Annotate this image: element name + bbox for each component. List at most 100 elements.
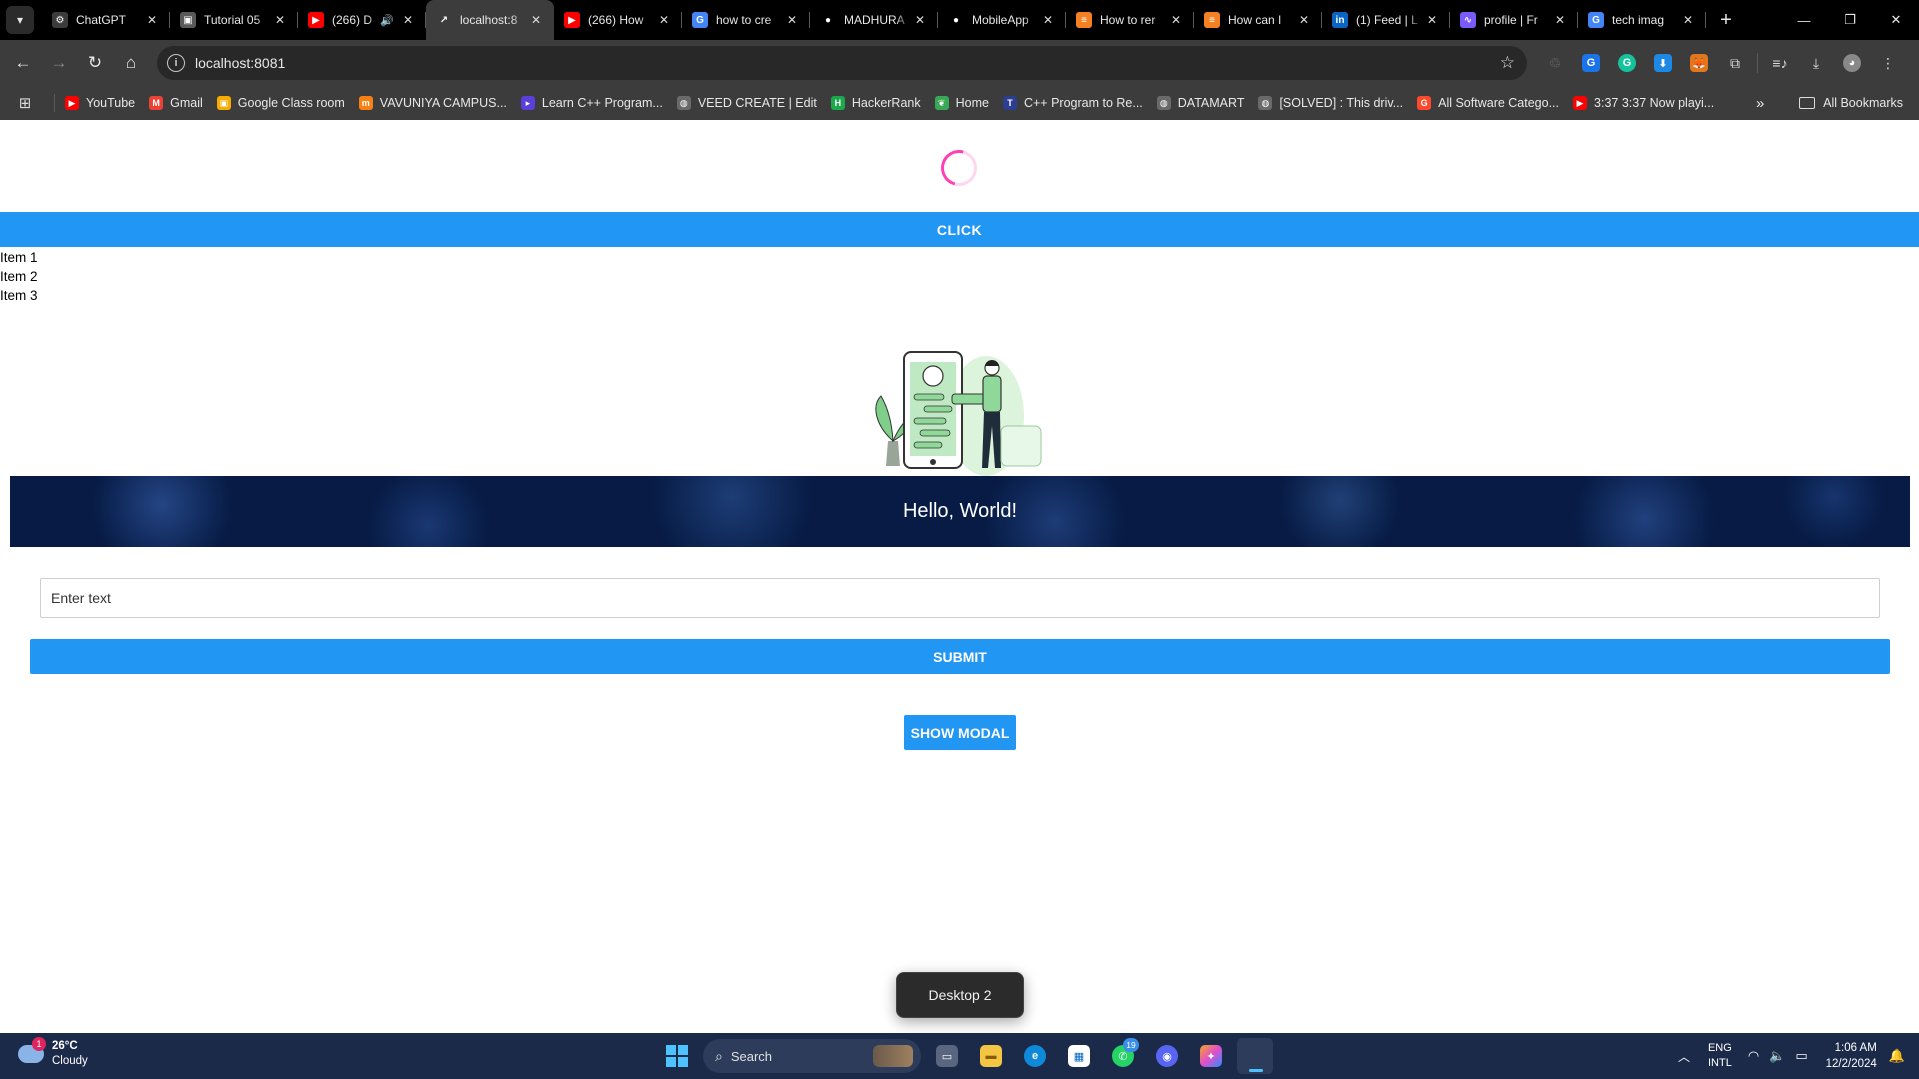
- lang-line1: ENG: [1707, 1042, 1732, 1054]
- task-view-button[interactable]: ▭: [929, 1038, 965, 1074]
- browser-tab[interactable]: ● MADHURA ✕: [810, 0, 938, 40]
- bookmark-star-icon[interactable]: ☆: [1500, 53, 1515, 73]
- submit-button[interactable]: SUBMIT: [30, 639, 1890, 674]
- notification-bell-icon[interactable]: 🔔: [1889, 1048, 1905, 1064]
- leaf-icon: ❦: [934, 96, 949, 110]
- more-bookmarks-button[interactable]: »: [1756, 95, 1764, 112]
- bookmark-item[interactable]: ◍ VEED CREATE | Edit: [676, 96, 817, 110]
- downloads-button[interactable]: ⤓: [1798, 48, 1834, 78]
- store-button[interactable]: ▦: [1061, 1038, 1097, 1074]
- reload-button[interactable]: ↻: [78, 46, 112, 80]
- text-input[interactable]: [40, 578, 1880, 618]
- close-icon[interactable]: ✕: [1040, 12, 1056, 28]
- extensions-menu-button[interactable]: ⧉: [1717, 48, 1753, 78]
- language-indicator[interactable]: ENG INTL: [1708, 1041, 1732, 1071]
- minimize-button[interactable]: —: [1781, 0, 1827, 40]
- all-bookmarks-button[interactable]: All Bookmarks: [1799, 96, 1903, 110]
- bookmark-item[interactable]: ▣ Google Class room: [216, 96, 345, 110]
- address-url[interactable]: localhost:8081: [195, 55, 285, 71]
- browser-tab[interactable]: ▣ Tutorial 05 ✕: [170, 0, 298, 40]
- address-bar[interactable]: i localhost:8081 ☆: [157, 46, 1527, 80]
- restore-icon: ❐: [1844, 12, 1856, 27]
- media-controls-button[interactable]: ≡♪: [1762, 48, 1798, 78]
- extension-downloader-button[interactable]: ⬇: [1645, 48, 1681, 78]
- tab-title: localhost:8: [460, 13, 518, 27]
- start-button[interactable]: [659, 1038, 695, 1074]
- browser-tab[interactable]: ∿ profile | Fr ✕: [1450, 0, 1578, 40]
- home-icon: ⌂: [125, 53, 137, 72]
- chrome-icon: [1244, 1045, 1266, 1067]
- bookmark-item[interactable]: ▶ 3:37 3:37 Now playi...: [1573, 96, 1714, 110]
- site-info-icon[interactable]: i: [167, 54, 185, 72]
- taskbar-search[interactable]: ⌕ Search: [703, 1039, 921, 1073]
- speaker-icon[interactable]: 🔊: [380, 14, 394, 27]
- browser-tab[interactable]: ≡ How to rer ✕: [1066, 0, 1194, 40]
- browser-tab[interactable]: ▶ (266) D 🔊 ✕: [298, 0, 426, 40]
- browser-tab[interactable]: ● MobileApp ✕: [938, 0, 1066, 40]
- bookmark-item[interactable]: ◍ DATAMART: [1156, 96, 1244, 110]
- forward-button[interactable]: →: [42, 46, 76, 80]
- clock[interactable]: 1:06 AM 12/2/2024: [1826, 1040, 1877, 1072]
- new-tab-button[interactable]: +: [1712, 6, 1740, 34]
- edge-button[interactable]: e: [1017, 1038, 1053, 1074]
- close-icon[interactable]: ✕: [1552, 12, 1568, 28]
- browser-tab[interactable]: ⚙ ChatGPT ✕: [42, 0, 170, 40]
- close-icon[interactable]: ✕: [1168, 12, 1184, 28]
- close-icon[interactable]: ✕: [528, 12, 544, 28]
- click-button[interactable]: CLICK: [0, 212, 1919, 247]
- browser-menu-button[interactable]: ⋮: [1870, 48, 1906, 78]
- extension-recycle-button[interactable]: ♲: [1537, 48, 1573, 78]
- list-item: Item 2: [0, 269, 38, 284]
- chevron-up-icon[interactable]: ︿: [1678, 1048, 1690, 1065]
- restore-button[interactable]: ❐: [1827, 0, 1873, 40]
- weather-widget[interactable]: 1 26°C Cloudy: [18, 1037, 88, 1069]
- bookmark-item[interactable]: m VAVUNIYA CAMPUS...: [358, 96, 507, 110]
- close-icon[interactable]: ✕: [656, 12, 672, 28]
- tab-search-button[interactable]: ▾: [6, 6, 34, 34]
- browser-tab[interactable]: ≡ How can I ✕: [1194, 0, 1322, 40]
- apps-grid-icon[interactable]: ⊞: [16, 94, 34, 112]
- close-icon[interactable]: ✕: [272, 12, 288, 28]
- close-icon[interactable]: ✕: [1424, 12, 1440, 28]
- close-icon[interactable]: ✕: [1296, 12, 1312, 28]
- tab-title: MobileApp: [972, 13, 1029, 27]
- show-modal-button[interactable]: SHOW MODAL: [904, 715, 1016, 750]
- home-button[interactable]: ⌂: [114, 46, 148, 80]
- close-icon[interactable]: ✕: [912, 12, 928, 28]
- browser-tab[interactable]: in (1) Feed | L ✕: [1322, 0, 1450, 40]
- bookmark-item[interactable]: ▸ Learn C++ Program...: [520, 96, 663, 110]
- bookmark-item[interactable]: G All Software Catego...: [1417, 96, 1559, 110]
- bookmark-item[interactable]: H HackerRank: [830, 96, 921, 110]
- lang-line2: INTL: [1707, 1057, 1732, 1069]
- copilot-button[interactable]: ✦: [1193, 1038, 1229, 1074]
- whatsapp-button[interactable]: ✆ 19: [1105, 1038, 1141, 1074]
- back-button[interactable]: ←: [6, 46, 40, 80]
- browser-tab[interactable]: ▶ (266) How ✕: [554, 0, 682, 40]
- globe-icon: ◍: [1156, 96, 1171, 110]
- close-icon[interactable]: ✕: [784, 12, 800, 28]
- browser-tab[interactable]: Ghow to cre ✕: [682, 0, 810, 40]
- extension-grammarly-button[interactable]: G: [1609, 48, 1645, 78]
- close-icon[interactable]: ✕: [144, 12, 160, 28]
- bookmark-item[interactable]: M Gmail: [149, 96, 203, 110]
- extension-metamask-button[interactable]: 🦊: [1681, 48, 1717, 78]
- file-explorer-button[interactable]: ▬: [973, 1038, 1009, 1074]
- close-window-button[interactable]: ✕: [1873, 0, 1919, 40]
- bookmark-item[interactable]: ◍ [SOLVED] : This driv...: [1258, 96, 1403, 110]
- browser-tab[interactable]: Gtech imag ✕: [1578, 0, 1706, 40]
- chrome-button[interactable]: [1237, 1038, 1273, 1074]
- bookmark-item[interactable]: ❦ Home: [934, 96, 989, 110]
- quick-settings[interactable]: ◠ 🔈 ▭: [1748, 1048, 1808, 1064]
- toolbar-divider: [1757, 53, 1758, 73]
- taskbar-apps: ⌕ Search ▭ ▬ e ▦ ✆ 19 ◉ ✦: [655, 1038, 1277, 1074]
- bookmark-item[interactable]: T C++ Program to Re...: [1002, 96, 1143, 110]
- discord-button[interactable]: ◉: [1149, 1038, 1185, 1074]
- browser-tab[interactable]: ↗ localhost:8 ✕: [426, 0, 554, 40]
- bookmark-item[interactable]: ▶ YouTube: [65, 96, 135, 110]
- close-icon[interactable]: ✕: [1680, 12, 1696, 28]
- extension-translate-button[interactable]: G: [1573, 48, 1609, 78]
- stackoverflow-icon: ≡: [1204, 12, 1220, 28]
- chat-illustration-image: [875, 351, 1042, 476]
- close-icon[interactable]: ✕: [400, 12, 416, 28]
- profile-button[interactable]: ◕: [1834, 48, 1870, 78]
